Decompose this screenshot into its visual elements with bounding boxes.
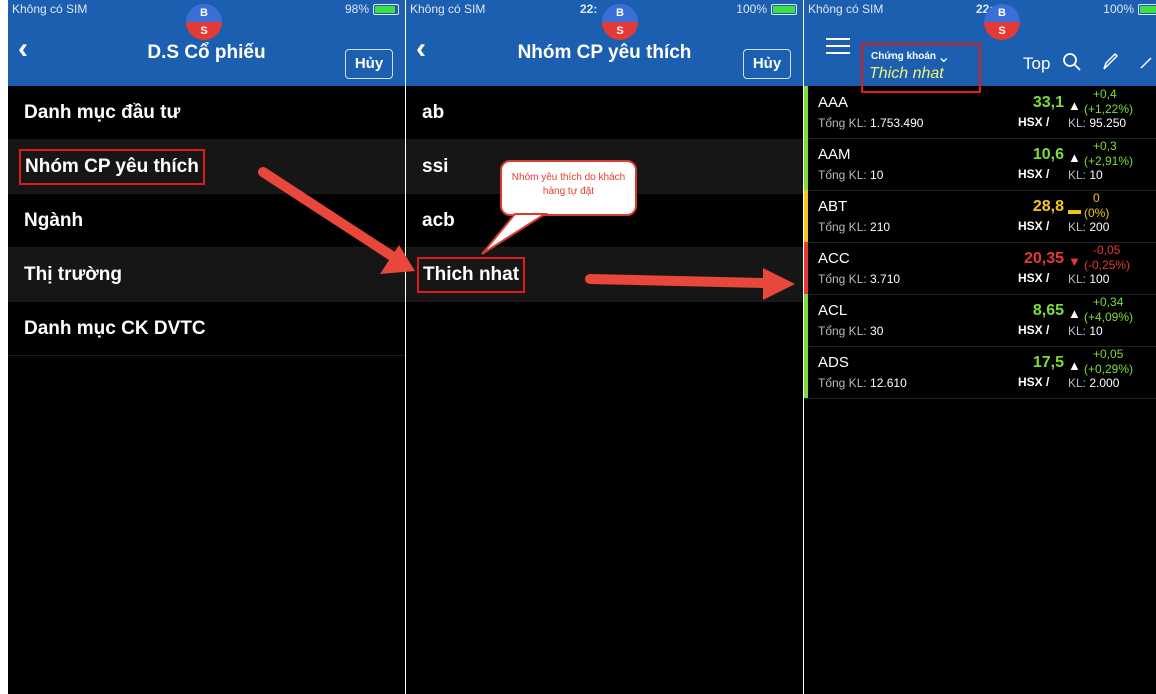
stock-symbol: AAA	[818, 94, 849, 111]
stock-price: 17,5	[1032, 354, 1064, 371]
exchange-label: HSX /	[1018, 219, 1050, 233]
percent-change: (+1,22%)	[1084, 102, 1134, 116]
total-volume: Tổng KL: 3.710	[818, 272, 901, 286]
carrier-label: Không có SIM	[12, 2, 88, 16]
arrow-up-icon: ▲	[1068, 358, 1081, 373]
match-volume: KL: 200	[1068, 220, 1110, 234]
chevron-down-icon: ⌄	[937, 49, 951, 66]
percent-change: (0%)	[1084, 206, 1110, 220]
battery-percent: 98%	[344, 2, 369, 16]
total-volume: Tổng KL: 30	[818, 324, 884, 338]
expand-icon[interactable]	[1139, 52, 1153, 77]
percent-change: (+0,29%)	[1084, 362, 1134, 376]
list-item[interactable]: Danh mục CK DVTC	[8, 302, 405, 356]
table-row[interactable]: ACL Tổng KL: 30 8,65 HSX / ▲ +0,34 (+4,09%) KL:…	[804, 294, 1156, 347]
price-change: +0,3	[1093, 139, 1117, 153]
percent-change: (+4,09%)	[1084, 310, 1134, 324]
exchange-label: HSX /	[1018, 375, 1050, 389]
screen-favorite-groups: Không có SIM 22: 100% ‹ Nhóm CP yêu thíc…	[406, 0, 803, 694]
stock-price: 33,1	[1032, 94, 1064, 111]
screen-stock-list: Không có SIM 98% ‹ D.S Cổ phiếu Hủy B S …	[8, 0, 405, 694]
trend-bar	[804, 86, 808, 138]
price-change: +0,34	[1093, 295, 1124, 309]
status-bar: Không có SIM 22: 100%	[804, 0, 1156, 18]
match-volume: KL: 95.250	[1068, 116, 1127, 130]
exchange-label: HSX /	[1018, 115, 1050, 129]
exchange-label: HSX /	[1018, 271, 1050, 285]
total-volume: Tổng KL: 210	[818, 220, 891, 234]
arrow-down-icon: ▼	[1068, 254, 1081, 269]
price-change: 0	[1093, 191, 1100, 205]
annotation-callout: Nhóm yêu thích do khách hàng tự đặt	[500, 160, 637, 216]
menu-icon[interactable]	[826, 38, 850, 59]
trend-bar	[804, 242, 808, 294]
stock-price: 28,8	[1032, 198, 1064, 215]
trend-bar	[804, 294, 808, 346]
flat-icon: ▬	[1068, 202, 1081, 217]
top-button[interactable]: Top	[1023, 54, 1050, 74]
table-row[interactable]: ADS Tổng KL: 12.610 17,5 HSX / ▲ +0,05 (+0,29%…	[804, 346, 1156, 399]
stock-price: 10,6	[1032, 146, 1064, 163]
total-volume: Tổng KL: 12.610	[818, 376, 907, 390]
price-change: +0,05	[1093, 347, 1124, 361]
list-item-thich-nhat[interactable]: Thich nhat	[406, 248, 803, 302]
list-item[interactable]: ab	[406, 86, 803, 140]
trend-bar	[804, 346, 808, 398]
cancel-button[interactable]: Hủy	[743, 49, 791, 79]
battery-percent: 100%	[1103, 2, 1134, 16]
arrow-up-icon: ▲	[1068, 306, 1081, 321]
match-volume: KL: 2.000	[1068, 376, 1120, 390]
edit-icon[interactable]	[1101, 52, 1119, 77]
stock-price: 20,35	[1023, 250, 1064, 267]
price-change: +0,4	[1093, 87, 1117, 101]
nav-bar: Chứng khoán ⌄ Thich nhat Top	[804, 18, 1156, 93]
exchange-label: HSX /	[1018, 323, 1050, 337]
stock-symbol: AAM	[818, 146, 851, 163]
total-volume: Tổng KL: 1.753.490	[818, 116, 924, 130]
list-item[interactable]: Thị trường	[8, 248, 405, 302]
exchange-label: HSX /	[1018, 167, 1050, 181]
percent-change: (+2,91%)	[1084, 154, 1134, 168]
list-item-favorite-groups[interactable]: Nhóm CP yêu thích	[8, 140, 405, 194]
search-icon[interactable]	[1062, 52, 1082, 77]
table-row[interactable]: ABT Tổng KL: 210 28,8 HSX / ▬ 0 (0%) KL: 200	[804, 190, 1156, 243]
screen-watchlist: Không có SIM 22: 100% Chứng khoán ⌄ Thic…	[804, 0, 1156, 694]
match-volume: KL: 10	[1068, 324, 1103, 338]
stock-price: 8,65	[1032, 302, 1064, 319]
list-item[interactable]: Danh mục đầu tư	[8, 86, 405, 140]
clock: 22:	[580, 2, 598, 16]
price-change: -0,05	[1093, 243, 1121, 257]
trend-bar	[804, 138, 808, 190]
total-volume: Tổng KL: 10	[818, 168, 884, 182]
arrow-up-icon: ▲	[1068, 98, 1081, 113]
battery-icon	[1138, 3, 1156, 15]
trend-bar	[804, 190, 808, 242]
stock-symbol: ADS	[818, 354, 849, 371]
percent-change: (-0,25%)	[1084, 258, 1131, 272]
stock-symbol: ACC	[818, 250, 850, 267]
carrier-label: Không có SIM	[410, 2, 486, 16]
buy-sell-badge[interactable]: B S	[984, 4, 1020, 40]
table-row[interactable]: ACC Tổng KL: 3.710 20,35 HSX / ▼ -0,05 (-0,25%…	[804, 242, 1156, 295]
table-row[interactable]: AAM Tổng KL: 10 10,6 HSX / ▲ +0,3 (+2,91%) KL: …	[804, 138, 1156, 191]
list-item[interactable]: Ngành	[8, 194, 405, 248]
table-row[interactable]: AAA Tổng KL: 1.753.490 33,1 HSX / ▲ +0,4 (+1,2…	[804, 86, 1156, 139]
battery-percent: 100%	[736, 2, 767, 16]
match-volume: KL: 10	[1068, 168, 1103, 182]
buy-sell-badge[interactable]: B S	[186, 4, 222, 40]
category-list: Danh mục đầu tư Nhóm CP yêu thích Ngành …	[8, 86, 405, 356]
battery-icon	[373, 3, 399, 15]
battery-icon	[771, 3, 797, 15]
stock-symbol: ABT	[818, 198, 848, 215]
arrow-up-icon: ▲	[1068, 150, 1081, 165]
match-volume: KL: 100	[1068, 272, 1110, 286]
cancel-button[interactable]: Hủy	[345, 49, 393, 79]
buy-sell-badge[interactable]: B S	[602, 4, 638, 40]
carrier-label: Không có SIM	[808, 2, 884, 16]
stock-symbol: ACL	[818, 302, 848, 319]
